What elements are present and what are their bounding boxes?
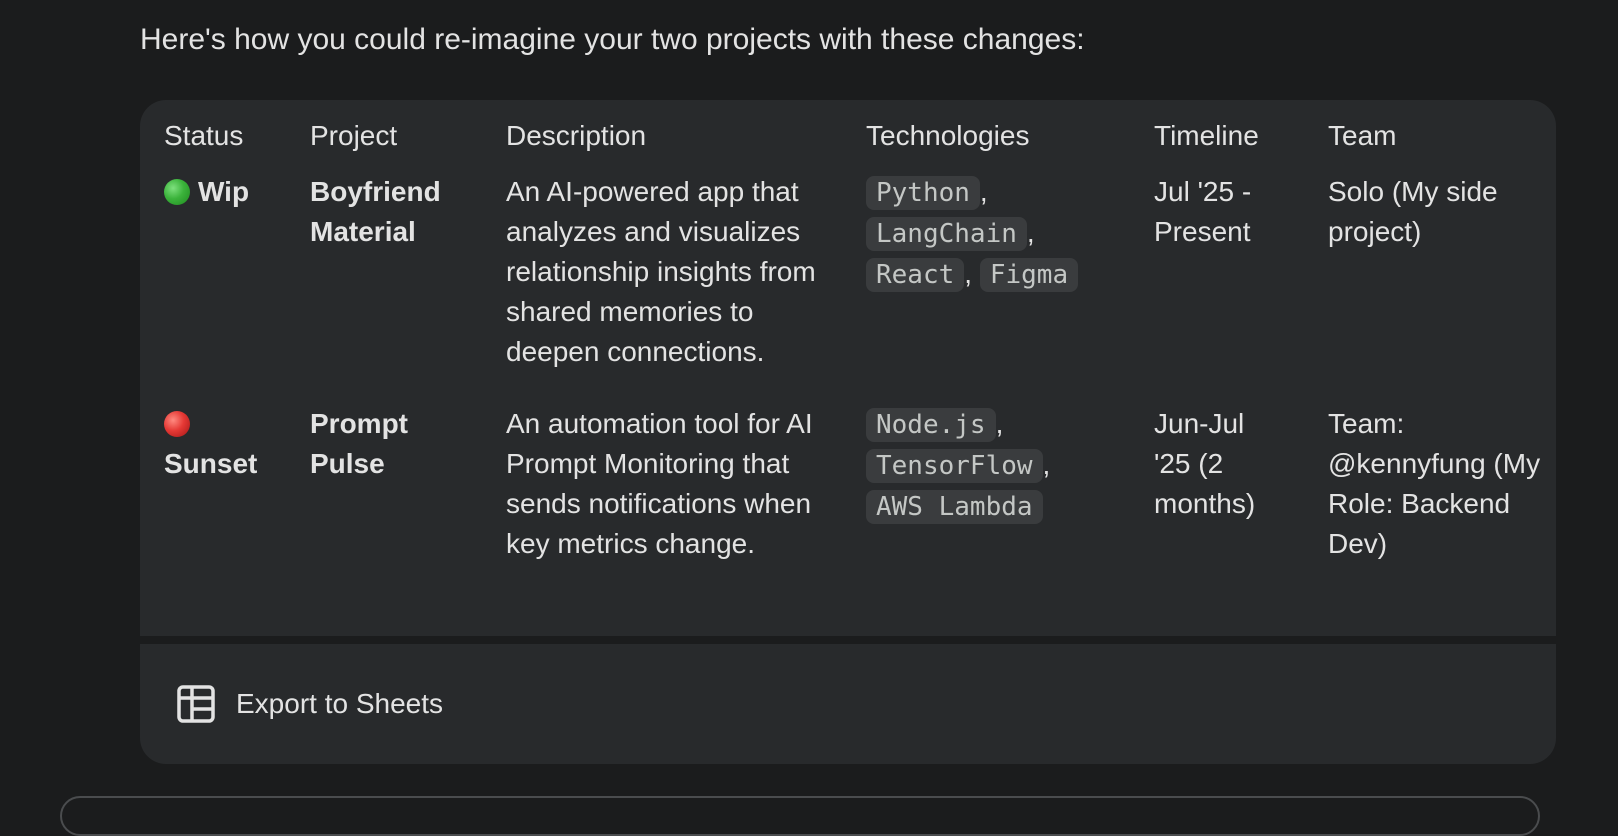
red-circle-icon xyxy=(164,411,190,437)
timeline-cell: Jul '25 - Present xyxy=(1154,176,1252,247)
header-team: Team xyxy=(1328,120,1397,151)
tech-code: TensorFlow xyxy=(866,449,1043,483)
export-to-sheets-button[interactable]: Export to Sheets xyxy=(176,674,455,734)
table-row: Wip Boyfriend Material An AI-powered app… xyxy=(140,172,1556,404)
sheets-table-icon xyxy=(176,684,216,724)
tech-code: Python xyxy=(866,176,980,210)
timeline-cell: Jun-Jul '25 (2 months) xyxy=(1154,408,1256,519)
export-bar: Export to Sheets xyxy=(140,644,1556,764)
technologies-cell: Node.js, TensorFlow, AWS Lambda xyxy=(866,404,1154,596)
tech-code: Node.js xyxy=(866,408,996,442)
tech-code: LangChain xyxy=(866,217,1027,251)
status-label: Sunset xyxy=(164,448,258,479)
header-description: Description xyxy=(506,120,647,151)
project-description: An automation tool for AI Prompt Monitor… xyxy=(506,408,813,559)
team-cell: Solo (My side project) xyxy=(1328,176,1498,247)
intro-text: Here's how you could re-imagine your two… xyxy=(140,23,1085,56)
tech-code: Figma xyxy=(979,258,1079,292)
status-cell: Wip xyxy=(140,172,310,404)
status-cell: Sunset xyxy=(140,404,310,596)
projects-table-card: Status Project Description Technologies … xyxy=(140,100,1556,636)
team-cell: Team: @kennyfung (My Role: Backend Dev) xyxy=(1328,408,1541,559)
projects-table: Status Project Description Technologies … xyxy=(140,100,1556,596)
green-circle-icon xyxy=(164,179,190,205)
table-header-row: Status Project Description Technologies … xyxy=(140,100,1556,172)
table-row: Sunset Prompt Pulse An automation tool f… xyxy=(140,404,1556,596)
project-name: Prompt Pulse xyxy=(310,408,408,479)
project-name: Boyfriend Material xyxy=(310,176,441,247)
status-label: Wip xyxy=(198,176,250,207)
tech-code: React xyxy=(866,258,965,292)
header-technologies: Technologies xyxy=(866,120,1030,151)
header-status: Status xyxy=(164,120,244,151)
tech-code: AWS Lambda xyxy=(866,490,1043,524)
header-timeline: Timeline xyxy=(1154,120,1259,151)
chat-input-box[interactable] xyxy=(60,796,1540,836)
export-label: Export to Sheets xyxy=(236,688,444,719)
technologies-cell: Python, LangChain, React, Figma xyxy=(866,172,1154,404)
project-description: An AI-powered app that analyzes and visu… xyxy=(506,176,816,367)
header-project: Project xyxy=(310,120,398,151)
